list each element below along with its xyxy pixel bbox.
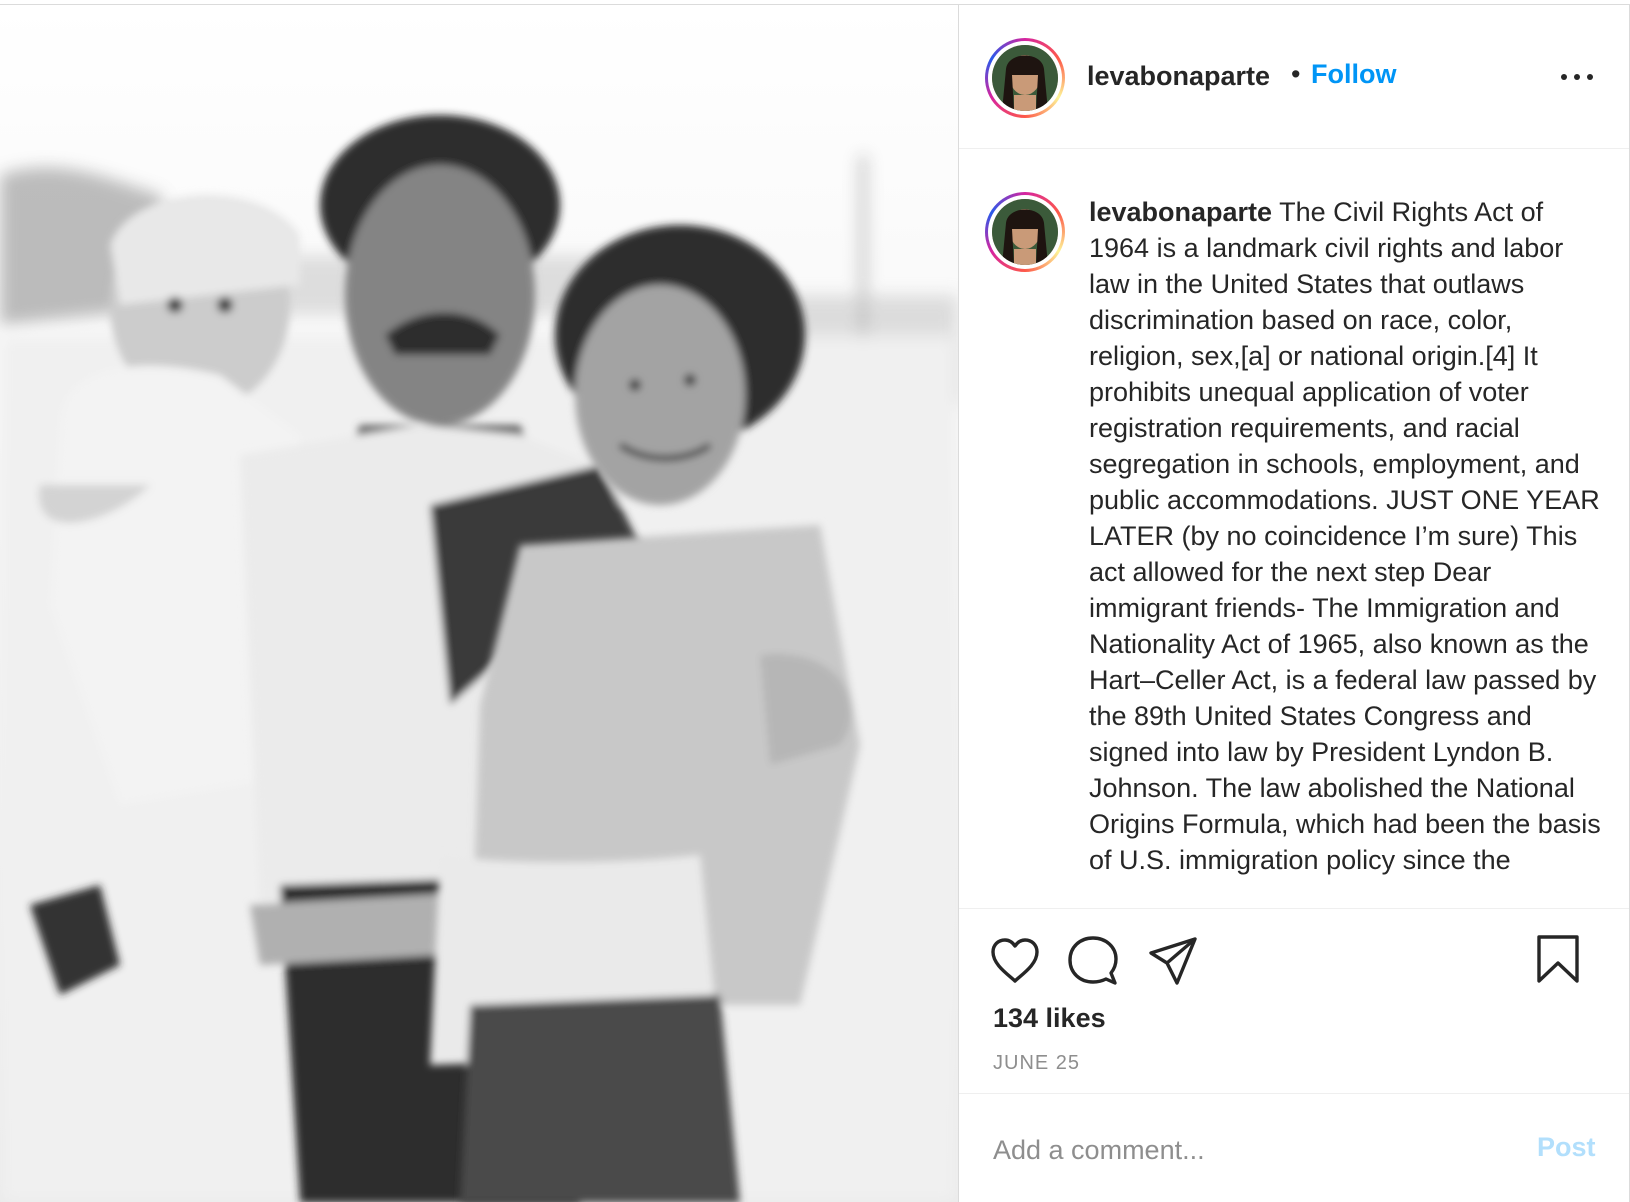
avatar-image	[992, 45, 1058, 111]
post-comment-button[interactable]: Post	[1537, 1132, 1596, 1163]
separator-dot: •	[1291, 59, 1301, 89]
post-actions: 134 likes JUNE 25 Post	[959, 908, 1629, 1202]
post-photo[interactable]	[0, 5, 958, 1202]
more-options-icon[interactable]	[1559, 65, 1595, 89]
comment-bubble-icon[interactable]	[1067, 935, 1119, 987]
paper-plane-icon[interactable]	[1147, 935, 1199, 987]
avatar-image	[992, 199, 1058, 265]
comment-bar: Post	[959, 1093, 1629, 1202]
instagram-post: levabonaparte • Follow levabonaparte The…	[0, 4, 1630, 1202]
post-date[interactable]: JUNE 25	[993, 1052, 1080, 1075]
caption-text: The Civil Rights Act of 1964 is a landma…	[1089, 197, 1601, 875]
caption-avatar[interactable]	[985, 192, 1065, 272]
comment-input[interactable]	[993, 1130, 1493, 1170]
post-caption: levabonaparte The Civil Rights Act of 19…	[1089, 194, 1604, 878]
post-username[interactable]: levabonaparte	[1087, 61, 1270, 92]
caption-username[interactable]: levabonaparte	[1089, 197, 1272, 227]
post-sidebar: levabonaparte • Follow levabonaparte The…	[958, 5, 1630, 1202]
heart-icon[interactable]	[989, 937, 1041, 985]
avatar[interactable]	[985, 38, 1065, 118]
follow-button[interactable]: Follow	[1311, 59, 1396, 90]
bookmark-icon[interactable]	[1535, 933, 1581, 985]
family-photo-illustration	[0, 5, 958, 1202]
post-header: levabonaparte • Follow	[959, 5, 1629, 149]
caption-area: levabonaparte The Civil Rights Act of 19…	[959, 150, 1629, 908]
likes-count[interactable]: 134 likes	[993, 1003, 1106, 1034]
